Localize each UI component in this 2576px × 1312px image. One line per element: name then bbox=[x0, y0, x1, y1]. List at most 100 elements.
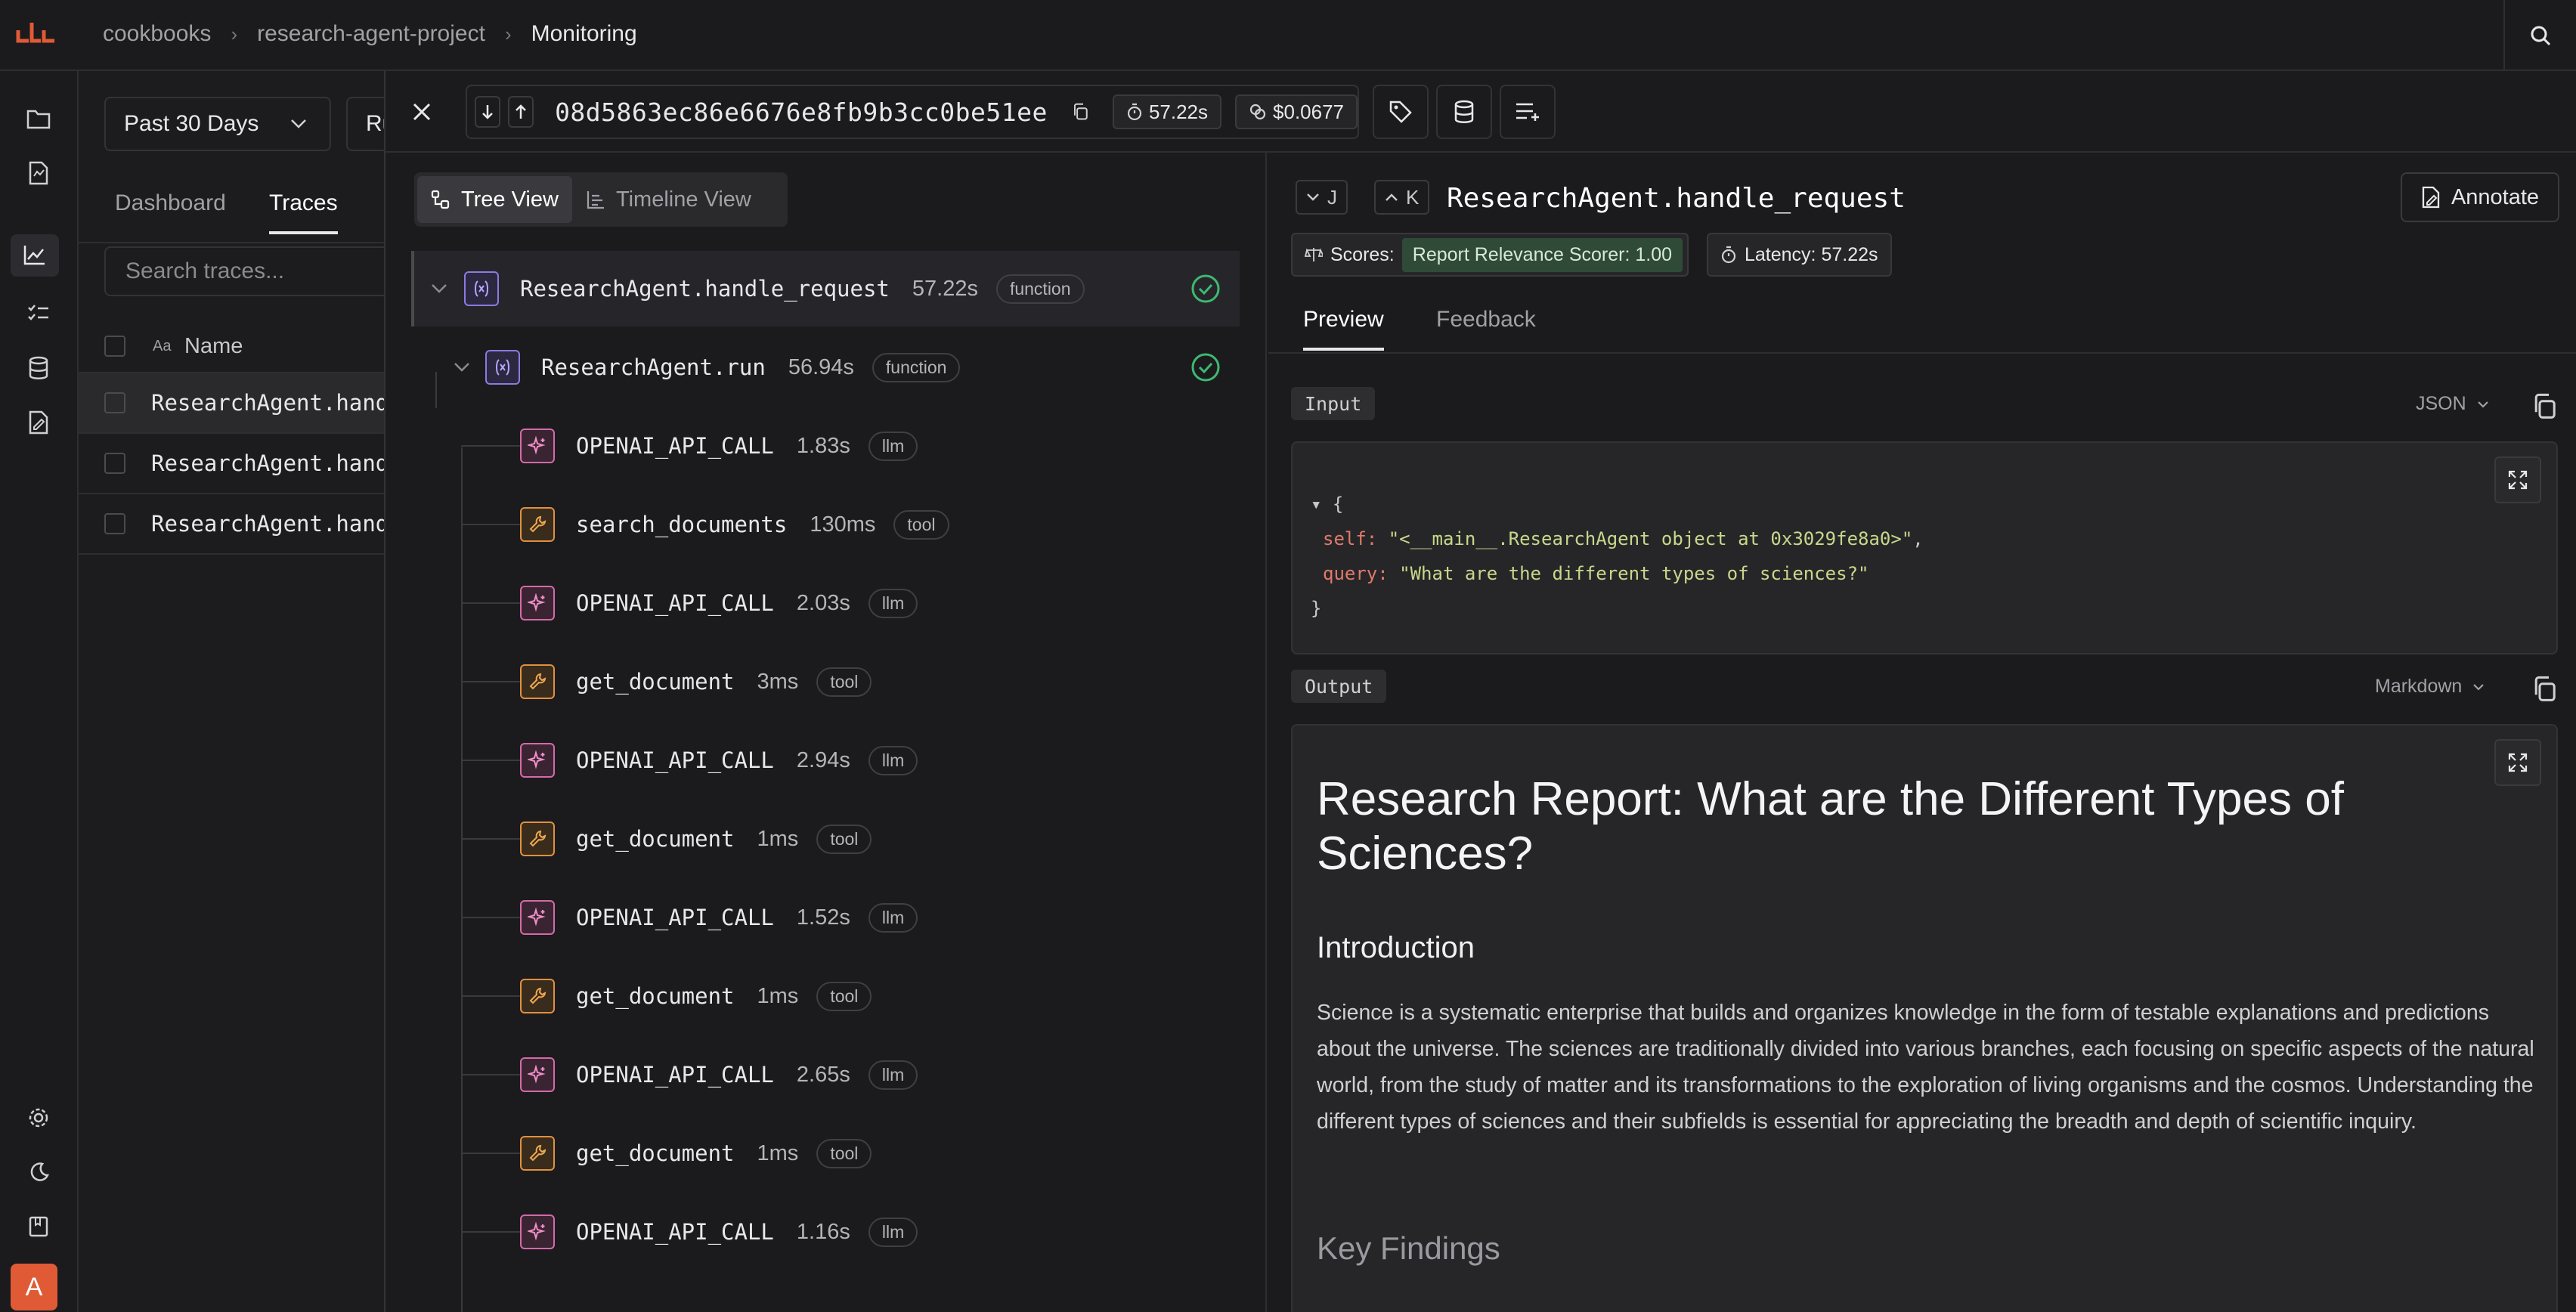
tree-view-button[interactable]: Tree View bbox=[417, 176, 572, 223]
wrench-tool-icon bbox=[520, 822, 555, 856]
settings-gear-icon[interactable] bbox=[23, 1102, 54, 1134]
timeline-view-label: Timeline View bbox=[615, 187, 751, 212]
span-node[interactable]: OPENAI_API_CALL 1.83s llm bbox=[461, 408, 1240, 484]
docs-book-icon[interactable] bbox=[23, 1211, 54, 1242]
chevron-down-icon[interactable] bbox=[454, 362, 470, 373]
tab-dashboard[interactable]: Dashboard bbox=[115, 190, 226, 216]
row-checkbox[interactable] bbox=[104, 392, 125, 413]
add-to-queue-button[interactable] bbox=[1500, 85, 1556, 139]
json-open-brace[interactable]: ▾ { bbox=[1311, 494, 1343, 515]
select-all-checkbox[interactable] bbox=[104, 336, 125, 357]
span-duration: 130ms bbox=[810, 512, 876, 537]
copy-input-icon[interactable] bbox=[2531, 393, 2558, 420]
span-node[interactable]: get_document 1ms tool bbox=[461, 801, 1240, 877]
span-type-badge: function bbox=[995, 274, 1085, 304]
span-name: ResearchAgent.run bbox=[541, 354, 766, 380]
input-format-select[interactable]: JSON bbox=[2416, 393, 2489, 415]
row-checkbox[interactable] bbox=[104, 513, 125, 534]
table-row[interactable]: ResearchAgent.hand bbox=[79, 494, 396, 555]
tree-view-label: Tree View bbox=[461, 187, 559, 212]
checklist-icon[interactable] bbox=[23, 298, 54, 330]
chevron-right-icon: › bbox=[231, 22, 238, 45]
breadcrumb-monitoring: Monitoring bbox=[531, 21, 637, 46]
folder-icon[interactable] bbox=[23, 103, 54, 135]
span-name: OPENAI_API_CALL bbox=[576, 433, 774, 459]
date-range-value: Past 30 Days bbox=[124, 111, 259, 136]
row-checkbox[interactable] bbox=[104, 453, 125, 474]
breadcrumb-cookbooks[interactable]: cookbooks bbox=[103, 21, 211, 47]
monitoring-icon[interactable] bbox=[11, 234, 59, 277]
table-row[interactable]: ResearchAgent.hand bbox=[79, 434, 396, 494]
tab-feedback[interactable]: Feedback bbox=[1436, 307, 1536, 333]
database-icon[interactable] bbox=[23, 352, 54, 384]
chevron-right-icon: › bbox=[504, 22, 512, 45]
search-button[interactable] bbox=[2503, 0, 2576, 71]
logo-icon[interactable] bbox=[12, 15, 60, 54]
name-column-header[interactable]: Name bbox=[184, 334, 243, 359]
copy-icon[interactable] bbox=[1072, 101, 1088, 123]
stopwatch-icon bbox=[1721, 246, 1736, 264]
row-name: ResearchAgent.hand bbox=[151, 390, 389, 416]
close-button[interactable] bbox=[404, 94, 440, 130]
span-node[interactable]: OPENAI_API_CALL 1.16s llm bbox=[461, 1194, 1240, 1270]
output-format-select[interactable]: Markdown bbox=[2375, 676, 2485, 698]
next-span-key: J bbox=[1327, 185, 1337, 209]
previous-span-button[interactable]: K bbox=[1374, 180, 1430, 215]
next-span-button[interactable]: J bbox=[1296, 180, 1348, 215]
tab-traces[interactable]: Traces bbox=[269, 190, 338, 234]
user-avatar[interactable]: A bbox=[11, 1264, 57, 1310]
chevron-down-icon[interactable] bbox=[431, 283, 447, 294]
row-name: ResearchAgent.hand bbox=[151, 450, 389, 476]
span-duration: 2.94s bbox=[796, 747, 850, 772]
chevron-down-icon bbox=[291, 119, 306, 128]
copy-output-icon[interactable] bbox=[2531, 676, 2558, 703]
span-duration: 3ms bbox=[757, 669, 799, 694]
tab-preview[interactable]: Preview bbox=[1303, 307, 1384, 351]
span-node[interactable]: OPENAI_API_CALL 1.52s llm bbox=[461, 880, 1240, 955]
score-chip[interactable]: Report Relevance Scorer: 1.00 bbox=[1401, 237, 1683, 272]
breadcrumb: cookbooks › research-agent-project › Mon… bbox=[103, 21, 637, 47]
tag-button[interactable] bbox=[1373, 85, 1429, 139]
span-node[interactable]: ResearchAgent.run 56.94s function bbox=[435, 330, 1240, 405]
span-name: OPENAI_API_CALL bbox=[576, 905, 774, 930]
expand-output-button[interactable] bbox=[2494, 739, 2541, 786]
span-node[interactable]: get_document 3ms tool bbox=[461, 644, 1240, 719]
span-type-badge: llm bbox=[868, 1217, 918, 1247]
stopwatch-icon bbox=[1127, 103, 1142, 121]
span-node[interactable]: get_document 1ms tool bbox=[461, 1116, 1240, 1191]
database-icon bbox=[1454, 100, 1474, 123]
chevron-down-icon bbox=[2477, 401, 2488, 408]
list-plus-icon bbox=[1516, 103, 1539, 121]
span-node[interactable]: OPENAI_API_CALL 2.65s llm bbox=[461, 1037, 1240, 1112]
json-key-query: query: bbox=[1323, 563, 1389, 584]
search-traces-input[interactable]: Search traces... bbox=[104, 246, 422, 296]
output-markdown-box: Research Report: What are the Different … bbox=[1291, 724, 2558, 1312]
span-node[interactable]: get_document 1ms tool bbox=[461, 958, 1240, 1034]
report-paragraph: Science is a systematic enterprise that … bbox=[1317, 1001, 2534, 1134]
span-node[interactable]: OPENAI_API_CALL 2.94s llm bbox=[461, 723, 1240, 798]
tree-connector bbox=[461, 995, 520, 997]
annotation-file-icon[interactable] bbox=[23, 407, 54, 438]
expand-input-button[interactable] bbox=[2494, 456, 2541, 503]
input-json-box: ▾ { self: "<__main__.ResearchAgent objec… bbox=[1291, 441, 2558, 654]
breadcrumb-project[interactable]: research-agent-project bbox=[257, 21, 485, 47]
span-duration: 2.65s bbox=[796, 1062, 850, 1087]
previous-trace-button[interactable] bbox=[508, 96, 534, 128]
span-node[interactable]: OPENAI_API_CALL 2.03s llm bbox=[461, 565, 1240, 641]
table-row[interactable]: ResearchAgent.hand bbox=[79, 373, 396, 434]
add-to-dataset-button[interactable] bbox=[1436, 85, 1492, 139]
timeline-view-button[interactable]: Timeline View bbox=[572, 176, 765, 223]
span-duration: 1.83s bbox=[796, 433, 850, 458]
span-node[interactable]: search_documents 130ms tool bbox=[461, 487, 1240, 562]
report-section-heading-faded: Key Findings bbox=[1317, 1230, 1500, 1266]
dark-mode-moon-icon[interactable] bbox=[23, 1156, 54, 1188]
prompt-file-icon[interactable] bbox=[23, 157, 54, 189]
span-node[interactable]: ResearchAgent.handle_request 57.22s functi… bbox=[411, 251, 1240, 326]
next-trace-button[interactable] bbox=[475, 96, 501, 128]
span-duration: 2.03s bbox=[796, 590, 850, 615]
output-format-value: Markdown bbox=[2375, 676, 2463, 697]
span-duration: 1ms bbox=[757, 983, 799, 1008]
date-range-dropdown[interactable]: Past 30 Days bbox=[104, 97, 331, 151]
annotate-button[interactable]: Annotate bbox=[2401, 172, 2559, 222]
timeline-icon bbox=[587, 191, 604, 209]
